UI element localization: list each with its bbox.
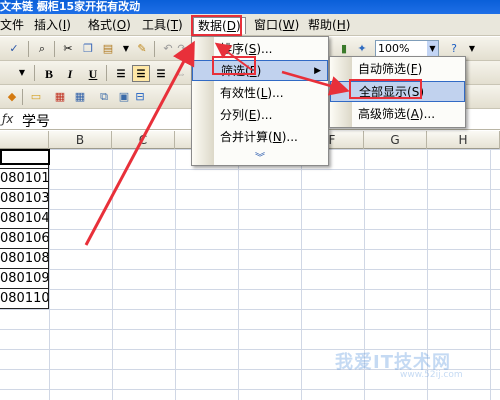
- toolbar-options-icon[interactable]: ▼: [464, 41, 480, 57]
- cell-a6[interactable]: 080109: [0, 269, 49, 289]
- menu-item-show-all[interactable]: 全部显示(S): [330, 81, 465, 102]
- menu-item-advanced-filter[interactable]: 高级筛选(A)...: [330, 104, 465, 125]
- watermark-url: www.52ij.com: [400, 370, 463, 380]
- menu-item-filter[interactable]: 筛选(F) ▶: [192, 60, 328, 81]
- copy-icon[interactable]: ❐: [80, 41, 96, 57]
- menu-help[interactable]: 帮助(H): [304, 17, 354, 34]
- data-menu-dropdown: 排序(S)... 筛选(F) ▶ 有效性(L)... 分列(E)... 合并计算…: [191, 36, 329, 166]
- cut-icon[interactable]: ✂: [60, 41, 76, 57]
- menu-format[interactable]: 格式(O): [84, 17, 135, 34]
- grid-icon[interactable]: ▦: [72, 89, 88, 105]
- cell-a1[interactable]: 080101: [0, 169, 49, 189]
- column-header-g[interactable]: G: [364, 131, 427, 149]
- window-title-bar: 文本链 橱柜15家开拓有改动: [0, 0, 500, 14]
- menu-tools[interactable]: 工具(T): [138, 17, 187, 34]
- align-left-button[interactable]: ☰: [112, 65, 130, 82]
- menu-window[interactable]: 窗口(W): [250, 17, 303, 34]
- menu-insert[interactable]: 插入(I): [30, 17, 75, 34]
- underline-button[interactable]: U: [84, 65, 102, 82]
- redo-icon[interactable]: ↷: [174, 41, 190, 57]
- bold-button[interactable]: B: [40, 65, 58, 82]
- menu-item-validation[interactable]: 有效性(L)...: [192, 83, 328, 104]
- folder-icon[interactable]: ▭: [28, 89, 44, 105]
- drawing-icon[interactable]: ✦: [354, 41, 370, 57]
- paste-icon[interactable]: ▤: [100, 41, 116, 57]
- column-header-h[interactable]: H: [427, 131, 500, 149]
- help-icon[interactable]: ?: [446, 41, 462, 57]
- fx-icon: ƒx: [2, 112, 14, 126]
- column-header-b[interactable]: B: [49, 131, 112, 149]
- menu-data[interactable]: 数据(D): [193, 17, 246, 34]
- toolbar-icon-1[interactable]: ◆: [4, 89, 20, 105]
- spell-check-icon[interactable]: ✓: [6, 41, 22, 57]
- cell-a4[interactable]: 080106: [0, 229, 49, 249]
- column-header-a[interactable]: [0, 131, 49, 149]
- zoom-dropdown-icon[interactable]: ▼: [427, 41, 438, 56]
- menu-item-text-to-columns[interactable]: 分列(E)...: [192, 105, 328, 126]
- font-size-dropdown-icon[interactable]: ▼: [14, 65, 30, 81]
- menu-file[interactable]: 文件: [0, 17, 28, 34]
- format-painter-icon[interactable]: ✎: [134, 41, 150, 57]
- paste-dropdown-icon[interactable]: ▼: [118, 41, 134, 57]
- cell-a5[interactable]: 080108: [0, 249, 49, 269]
- menu-item-autofilter[interactable]: 自动筛选(F): [330, 59, 465, 80]
- cell-a2[interactable]: 080103: [0, 189, 49, 209]
- properties-icon[interactable]: ▣: [116, 89, 132, 105]
- align-center-button[interactable]: ☰: [132, 65, 150, 82]
- menu-item-sort[interactable]: 排序(S)...: [192, 39, 328, 60]
- preview-icon[interactable]: ⧉: [96, 89, 112, 105]
- menu-bar: 文件 插入(I) 格式(O) 工具(T) 数据(D) 窗口(W) 帮助(H): [0, 14, 500, 36]
- filter-submenu: 自动筛选(F) 全部显示(S) 高级筛选(A)...: [329, 56, 466, 128]
- cell-a3[interactable]: 080104: [0, 209, 49, 229]
- toolbar-help-icon[interactable]: ⊟: [132, 89, 148, 105]
- align-right-button[interactable]: ☰: [152, 65, 170, 82]
- cell-a7[interactable]: 080110: [0, 289, 49, 309]
- italic-button[interactable]: I: [61, 65, 79, 82]
- merge-center-button[interactable]: ⇔: [172, 65, 190, 82]
- active-cell[interactable]: [0, 149, 50, 165]
- submenu-arrow-icon: ▶: [314, 66, 321, 76]
- menu-expand-icon[interactable]: ︾: [192, 149, 328, 164]
- menu-item-consolidate[interactable]: 合并计算(N)...: [192, 127, 328, 148]
- window-title: 文本链 橱柜15家开拓有改动: [0, 0, 141, 13]
- column-header-c[interactable]: C: [112, 131, 175, 149]
- chart-wizard-icon[interactable]: ▮: [336, 41, 352, 57]
- research-icon[interactable]: ⌕: [34, 41, 50, 57]
- formula-bar-content[interactable]: 学号: [22, 111, 50, 131]
- table-icon[interactable]: ▦: [52, 89, 68, 105]
